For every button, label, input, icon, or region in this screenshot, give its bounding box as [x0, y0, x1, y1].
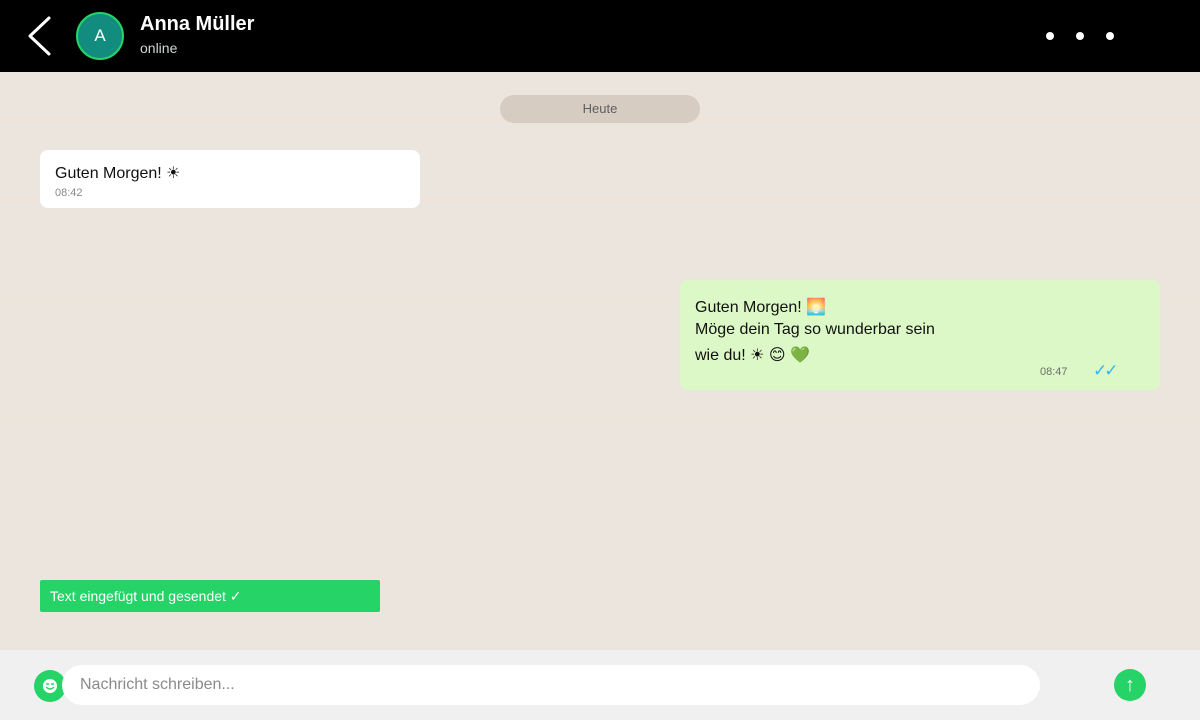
incoming-message[interactable]: Guten Morgen! ☀ 08:42: [40, 150, 420, 208]
contact-name[interactable]: Anna Müller: [140, 13, 254, 36]
chevron-left-icon: [28, 16, 51, 56]
menu-button[interactable]: [1036, 24, 1126, 48]
message-time: 08:42: [55, 187, 83, 199]
back-button[interactable]: [20, 14, 60, 58]
read-receipt-icon: ✓✓: [1093, 361, 1118, 380]
outgoing-message[interactable]: Guten Morgen! 🌅 Möge dein Tag so wunderb…: [680, 280, 1160, 390]
message-line: Guten Morgen! 🌅: [695, 299, 827, 316]
message-line: Möge dein Tag so wunderbar sein: [695, 321, 935, 338]
chat-header: A Anna Müller online: [0, 0, 1200, 72]
message-time: 08:47: [1040, 366, 1068, 378]
date-divider: Heute: [500, 95, 700, 123]
arrow-up-icon: ↑: [1125, 674, 1135, 696]
chat-area[interactable]: Heute Guten Morgen! ☀ 08:42 Guten Morgen…: [0, 72, 1200, 650]
message-input[interactable]: [62, 665, 1040, 705]
send-button[interactable]: ↑: [1114, 669, 1146, 701]
avatar[interactable]: A: [76, 12, 124, 60]
contact-status: online: [140, 40, 178, 56]
background-line: [0, 419, 1200, 421]
composer-bar: ↑: [0, 650, 1200, 720]
sent-toast: Text eingefügt und gesendet ✓: [40, 580, 380, 612]
message-text: Guten Morgen! ☀: [55, 165, 181, 182]
message-line: wie du! ☀ 😊 💚: [695, 347, 810, 364]
